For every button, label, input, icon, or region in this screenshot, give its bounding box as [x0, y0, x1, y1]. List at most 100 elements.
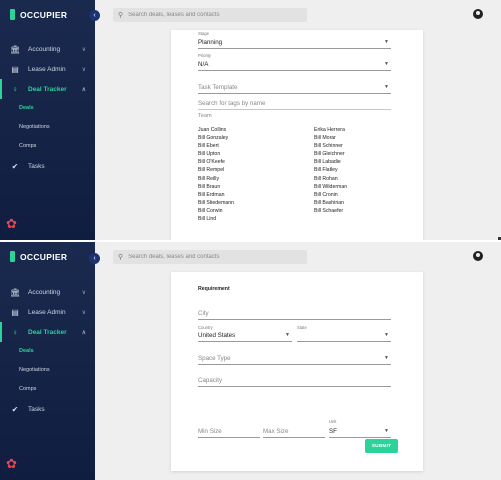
- sidebar-subitem-comps[interactable]: Comps: [0, 137, 95, 156]
- city-input[interactable]: City: [198, 307, 391, 320]
- task-template-select[interactable]: Task Template ▼: [198, 81, 391, 94]
- max-size-placeholder: Max Size: [263, 428, 289, 435]
- chevron-left-icon: ‹: [93, 255, 96, 262]
- unit-select[interactable]: Unit SF ▼: [329, 419, 391, 438]
- brand-flower-icon: ✿: [6, 456, 17, 471]
- search-input[interactable]: [128, 254, 299, 260]
- sidebar-item-label: Accounting: [28, 45, 61, 53]
- screenshot-top: OCCUPIER 🏛︎ Accounting ∨ ▤ Lease Admin ∨…: [0, 0, 501, 240]
- sidebar-item-label: Tasks: [28, 162, 45, 170]
- space-type-select[interactable]: Space Type ▼: [198, 352, 391, 365]
- team-member[interactable]: Bill Labadie: [314, 158, 347, 166]
- sidebar-item-deal-tracker[interactable]: ♀ Deal Tracker ∧: [0, 79, 95, 99]
- country-value: United States: [198, 332, 236, 339]
- sidebar-subitem-negotiations[interactable]: Negotiations: [0, 361, 95, 380]
- chevron-down-icon: ∨: [81, 66, 86, 73]
- screenshot-bottom: OCCUPIER 🏛︎ Accounting ∨ ▤ Lease Admin ∨…: [0, 242, 501, 480]
- sidebar-item-label: Tasks: [28, 405, 45, 413]
- team-member[interactable]: Bill Erdman: [198, 191, 234, 199]
- sidebar: OCCUPIER 🏛︎ Accounting ∨ ▤ Lease Admin ∨…: [0, 242, 95, 480]
- document-icon: ▤: [11, 307, 19, 317]
- account-icon[interactable]: [473, 251, 483, 261]
- team-member[interactable]: Bill Flatley: [314, 166, 347, 174]
- team-member[interactable]: Bill Gonzaley: [198, 134, 234, 142]
- team-column-left: Juan Collins Bill Gonzaley Bill Ebert Bill …: [198, 126, 234, 223]
- search-bar[interactable]: ⚲: [113, 8, 307, 22]
- sidebar-item-tasks[interactable]: ✔ Tasks: [0, 399, 95, 419]
- stage-select[interactable]: Stage Planning ▼: [198, 31, 391, 49]
- sidebar: OCCUPIER 🏛︎ Accounting ∨ ▤ Lease Admin ∨…: [0, 0, 95, 240]
- sidebar-subitem-comps[interactable]: Comps: [0, 380, 95, 399]
- app-logo[interactable]: OCCUPIER: [10, 251, 67, 262]
- team-member[interactable]: Bill Ebert: [198, 142, 234, 150]
- team-member[interactable]: Bill Corwin: [198, 207, 234, 215]
- sidebar-nav: 🏛︎ Accounting ∨ ▤ Lease Admin ∨ ♀ Deal T…: [0, 282, 95, 419]
- search-input[interactable]: [128, 12, 299, 18]
- team-member[interactable]: Bill Upton: [198, 150, 234, 158]
- sidebar-item-lease-admin[interactable]: ▤ Lease Admin ∨: [0, 59, 95, 79]
- search-bar[interactable]: ⚲: [113, 250, 307, 264]
- unit-label: Unit: [329, 419, 337, 424]
- min-size-placeholder: Min Size: [198, 428, 222, 435]
- collapse-sidebar-button[interactable]: ‹: [89, 253, 100, 264]
- top-bar: ⚲: [95, 0, 501, 30]
- sidebar-item-accounting[interactable]: 🏛︎ Accounting ∨: [0, 282, 95, 302]
- team-member[interactable]: Bill Wilderman: [314, 183, 347, 191]
- sidebar-subitem-deals[interactable]: Deals: [0, 99, 95, 118]
- team-member[interactable]: Bill Stiedemann: [198, 199, 234, 207]
- sidebar-nav: 🏛︎ Accounting ∨ ▤ Lease Admin ∨ ♀ Deal T…: [0, 39, 95, 176]
- top-bar: ⚲: [95, 242, 501, 272]
- team-member[interactable]: Bill Cronin: [314, 191, 347, 199]
- team-member[interactable]: Bill Morar: [314, 134, 347, 142]
- sidebar-item-label: Accounting: [28, 288, 61, 296]
- sidebar-item-label: Deal Tracker: [28, 85, 67, 93]
- sidebar-item-tasks[interactable]: ✔ Tasks: [0, 156, 95, 176]
- chevron-up-icon: ∧: [81, 329, 86, 336]
- sidebar-subitem-deals[interactable]: Deals: [0, 342, 95, 361]
- min-size-input[interactable]: Min Size: [198, 423, 260, 438]
- chevron-down-icon: ∨: [81, 289, 86, 296]
- capacity-placeholder: Capacity: [198, 377, 223, 384]
- chevron-down-icon: ∨: [81, 309, 86, 316]
- stage-value: Planning: [198, 39, 223, 46]
- team-member[interactable]: Bill Bashirian: [314, 199, 347, 207]
- team-member[interactable]: Bill Reilly: [198, 175, 234, 183]
- chevron-down-icon: ∨: [81, 46, 86, 53]
- tag-search-input[interactable]: Search for tags by name: [198, 98, 391, 110]
- team-member[interactable]: Bill O'Keefe: [198, 158, 234, 166]
- sidebar-subitem-negotiations[interactable]: Negotiations: [0, 118, 95, 137]
- task-template-placeholder: Task Template: [198, 84, 238, 91]
- sidebar-item-lease-admin[interactable]: ▤ Lease Admin ∨: [0, 302, 95, 322]
- team-member[interactable]: Bill Rempel: [198, 166, 234, 174]
- chevron-up-icon: ∧: [81, 86, 86, 93]
- team-member[interactable]: Bill Lind: [198, 215, 234, 223]
- check-circle-icon: ✔: [11, 404, 19, 414]
- sidebar-item-label: Lease Admin: [28, 308, 66, 316]
- team-member[interactable]: Bill Schinner: [314, 142, 347, 150]
- city-placeholder: City: [198, 310, 209, 317]
- team-member[interactable]: Juan Collins: [198, 126, 234, 134]
- section-title: Requirement: [198, 286, 230, 292]
- handshake-icon: ♀: [12, 327, 18, 337]
- logo-mark-icon: [10, 9, 15, 20]
- app-logo[interactable]: OCCUPIER: [10, 9, 67, 20]
- sidebar-item-label: Deal Tracker: [28, 328, 67, 336]
- handshake-icon: ♀: [12, 84, 18, 94]
- priority-select[interactable]: Priority N/A ▼: [198, 53, 391, 71]
- team-member[interactable]: Bill Schaefer: [314, 207, 347, 215]
- collapse-sidebar-button[interactable]: ‹: [89, 10, 100, 21]
- account-icon[interactable]: [473, 9, 483, 19]
- country-select[interactable]: Country United States ▼: [198, 325, 292, 342]
- team-member[interactable]: Erika Herrera: [314, 126, 347, 134]
- max-size-input[interactable]: Max Size: [263, 423, 325, 438]
- team-member[interactable]: Bill Rohan: [314, 175, 347, 183]
- team-member[interactable]: Bill Braun: [198, 183, 234, 191]
- submit-button[interactable]: SUBMIT: [365, 439, 398, 453]
- requirement-form-card: Requirement City Country United States ▼…: [171, 272, 423, 471]
- dropdown-arrow-icon: ▼: [285, 332, 290, 338]
- sidebar-item-deal-tracker[interactable]: ♀ Deal Tracker ∧: [0, 322, 95, 342]
- capacity-input[interactable]: Capacity: [198, 374, 391, 387]
- sidebar-item-accounting[interactable]: 🏛︎ Accounting ∨: [0, 39, 95, 59]
- state-select[interactable]: State ▼: [297, 325, 391, 342]
- team-member[interactable]: Bill Gleichner: [314, 150, 347, 158]
